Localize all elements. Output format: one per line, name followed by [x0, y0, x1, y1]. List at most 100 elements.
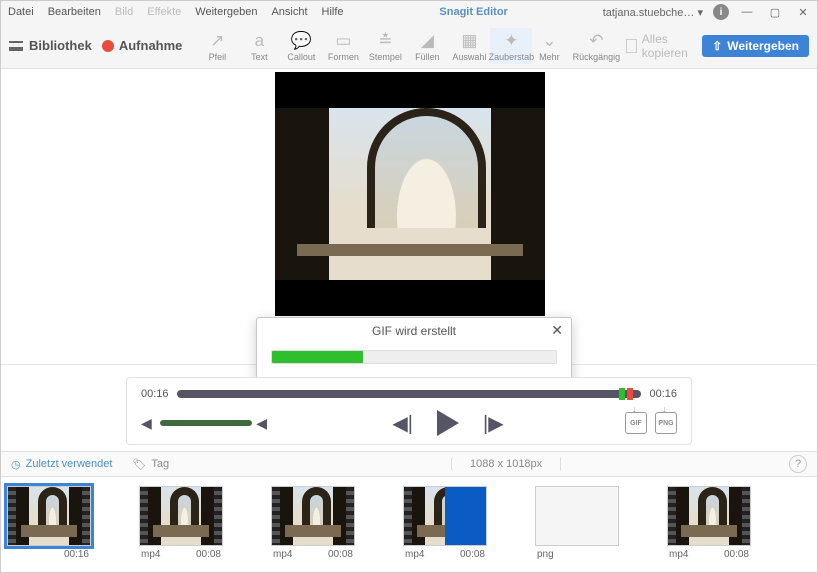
status-bar: ◷ Zuletzt verwendet 🏷 Tag 1088 x 1018px … — [1, 451, 817, 477]
stamp-icon: ≛ — [378, 30, 392, 52]
thumbnail[interactable]: mp400:08 — [271, 486, 355, 560]
thumbnail-image[interactable] — [667, 486, 751, 546]
thumbnail-label: mp400:08 — [139, 549, 223, 560]
tag-filter[interactable]: 🏷 Tag — [132, 458, 169, 471]
select-icon: ▦ — [461, 30, 477, 52]
thumbnail-image[interactable] — [271, 486, 355, 546]
app-title: Snagit Editor — [351, 6, 597, 18]
thumbnail-strip: 00:16 mp400:08 mp400:08 mp400:08 png mp400:08 — [1, 477, 817, 569]
menu-hilfe[interactable]: Hilfe — [315, 4, 351, 20]
thumbnail[interactable]: mp400:08 — [403, 486, 487, 560]
tool-label: Füllen — [415, 52, 440, 62]
progress-bar — [271, 350, 557, 364]
user-dropdown[interactable]: tatjana.stuebche… ▾ — [597, 6, 709, 19]
tool-fuellen[interactable]: ◢Füllen — [406, 28, 448, 64]
video-still — [275, 108, 545, 280]
tools-group: ↗Pfeil aText 💬Callout ▭Formen ≛Stempel ◢… — [196, 28, 626, 64]
thumbnail-label: 00:16 — [7, 549, 91, 560]
tool-label: Auswahl — [452, 52, 486, 62]
fill-icon: ◢ — [421, 30, 434, 52]
timeline-scrubber[interactable] — [177, 390, 642, 398]
menu-effekte: Effekte — [140, 4, 188, 20]
canvas-area: GIF wird erstellt ✕ Abbrechen — [1, 69, 817, 365]
tool-label: Formen — [328, 52, 359, 62]
transport-controls: ◀| |▶ — [271, 410, 625, 436]
copy-all-button[interactable]: Alles kopieren — [626, 32, 694, 60]
recent-label: Zuletzt verwendet — [26, 458, 113, 470]
time-total: 00:16 — [649, 388, 677, 400]
thumbnail[interactable]: 00:16 — [7, 486, 91, 560]
tool-pfeil[interactable]: ↗Pfeil — [196, 28, 238, 64]
tool-callout[interactable]: 💬Callout — [280, 28, 322, 64]
tool-label: Mehr — [539, 52, 560, 62]
wand-icon: ✦ — [504, 30, 518, 52]
thumbnail[interactable]: mp400:08 — [667, 486, 751, 560]
timeline-marker-out[interactable] — [627, 388, 633, 400]
thumbnail-label: mp400:08 — [667, 549, 751, 560]
tool-more[interactable]: ⌄Mehr — [532, 28, 566, 64]
thumbnail[interactable]: png — [535, 486, 619, 560]
text-icon: a — [255, 30, 264, 52]
undo-button[interactable]: ↶Rückgängig — [566, 28, 626, 64]
library-button[interactable]: Bibliothek — [9, 38, 92, 53]
tool-formen[interactable]: ▭Formen — [322, 28, 364, 64]
clock-icon: ◷ — [11, 458, 21, 471]
dialog-title: GIF wird erstellt ✕ — [257, 318, 571, 344]
dialog-title-text: GIF wird erstellt — [372, 324, 456, 338]
tool-label: Text — [251, 52, 268, 62]
share-button[interactable]: ⇧ Weitergeben — [702, 35, 809, 57]
recent-filter[interactable]: ◷ Zuletzt verwendet — [11, 458, 112, 471]
thumbnail-label: png — [535, 549, 619, 560]
minimize-button[interactable]: — — [733, 1, 761, 23]
export-png-button[interactable]: PNG — [655, 412, 677, 434]
menu-weitergeben[interactable]: Weitergeben — [188, 4, 264, 20]
share-label: Weitergeben — [727, 39, 799, 53]
tool-stempel[interactable]: ≛Stempel — [364, 28, 406, 64]
tool-label: Stempel — [369, 52, 402, 62]
main-toolbar: Bibliothek Aufnahme ↗Pfeil aText 💬Callou… — [1, 23, 817, 69]
player-panel: 00:16 00:16 ◀ ◀ ◀| |▶ GIF PNG — [126, 377, 692, 445]
player-area: 00:16 00:16 ◀ ◀ ◀| |▶ GIF PNG — [1, 365, 817, 451]
close-button[interactable]: ✕ — [789, 1, 817, 23]
export-gif-button[interactable]: GIF — [625, 412, 647, 434]
tool-label: Rückgängig — [573, 52, 621, 62]
titlebar: Datei Bearbeiten Bild Effekte Weitergebe… — [1, 1, 817, 23]
burger-icon — [9, 41, 23, 51]
dialog-close-button[interactable]: ✕ — [551, 322, 563, 339]
record-button[interactable]: Aufnahme — [102, 38, 183, 53]
tag-label: Tag — [151, 458, 169, 470]
tool-label: Pfeil — [209, 52, 227, 62]
volume-control[interactable]: ◀ ◀ — [141, 415, 271, 432]
progress-fill — [272, 351, 363, 363]
tool-label: Callout — [287, 52, 315, 62]
tool-auswahl[interactable]: ▦Auswahl — [448, 28, 490, 64]
menu-ansicht[interactable]: Ansicht — [264, 4, 314, 20]
thumbnail-image[interactable] — [139, 486, 223, 546]
menu-datei[interactable]: Datei — [1, 4, 41, 20]
prev-frame-button[interactable]: ◀| — [392, 411, 413, 436]
chevron-down-icon: ⌄ — [542, 30, 556, 52]
maximize-button[interactable]: ▢ — [761, 1, 789, 23]
volume-bar[interactable] — [160, 420, 252, 426]
video-preview[interactable] — [275, 72, 545, 316]
thumbnail-label: mp400:08 — [271, 549, 355, 560]
tool-text[interactable]: aText — [238, 28, 280, 64]
record-label: Aufnahme — [119, 38, 183, 53]
info-icon[interactable]: i — [713, 4, 729, 20]
thumbnail[interactable]: mp400:08 — [139, 486, 223, 560]
next-frame-button[interactable]: |▶ — [483, 411, 504, 436]
arrow-icon: ↗ — [210, 30, 224, 52]
tool-zauberstab[interactable]: ✦Zauberstab — [490, 28, 532, 64]
record-icon — [102, 40, 114, 52]
library-label: Bibliothek — [29, 38, 92, 53]
thumbnail-image[interactable] — [7, 486, 91, 546]
dimensions-readout: 1088 x 1018px — [451, 458, 561, 470]
help-button[interactable]: ? — [789, 455, 807, 473]
thumbnail-image[interactable] — [535, 486, 619, 546]
thumbnail-image[interactable] — [403, 486, 487, 546]
play-button[interactable] — [437, 410, 459, 436]
menu-bearbeiten[interactable]: Bearbeiten — [41, 4, 108, 20]
undo-icon: ↶ — [589, 30, 603, 52]
share-icon: ⇧ — [712, 39, 722, 53]
timeline-marker-in[interactable] — [619, 388, 625, 400]
